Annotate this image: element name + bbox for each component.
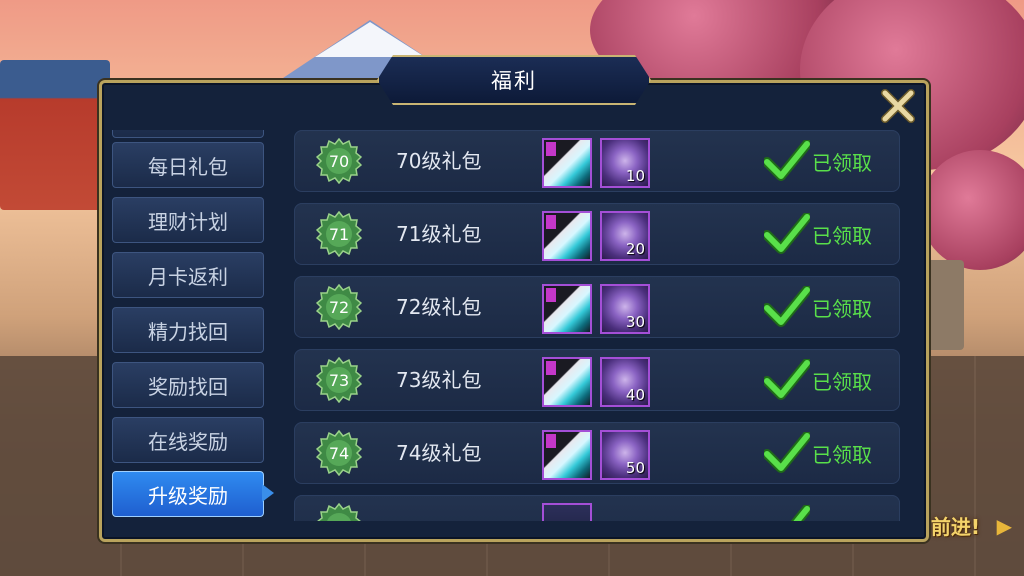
checkmark-icon [764,140,810,181]
reward-row: 72 72级礼包 30 已领取 [294,276,900,338]
sidebar-item-label: 月卡返利 [148,264,228,289]
reward-row: 73 73级礼包 40 已领取 [294,349,900,411]
close-x-icon [881,89,915,123]
claimed-status: 已领取 [764,349,872,411]
sidebar-item-energy-recovery[interactable]: 精力找回 [112,307,264,353]
sidebar-item-label: 升级奖励 [148,483,228,508]
sidebar-item-online-reward[interactable]: 在线奖励 [112,417,264,463]
stone-lantern-decor [924,260,964,350]
level-badge-number: 73 [329,371,349,390]
level-badge-number: 74 [329,444,349,463]
weapon-item-icon[interactable] [542,430,592,480]
reward-list[interactable]: 70 70级礼包 10 已领取 71 71级礼包 20 已领取 72 72级礼包… [294,130,906,521]
claimed-status: 已领取 [764,422,872,484]
item-count: 30 [625,313,645,331]
sidebar-item-daily-gift[interactable]: 每日礼包 [112,142,264,188]
sidebar[interactable]: 每日礼包 理财计划 月卡返利 精力找回 奖励找回 在线奖励 升级奖励 [112,130,272,522]
panel-title: 福利 [491,69,537,93]
pack-name: 73级礼包 [396,368,482,392]
crystal-item-icon[interactable]: 50 [600,430,650,480]
pack-name: 70级礼包 [396,149,482,173]
weapon-item-icon[interactable] [542,284,592,334]
item-count: 50 [625,459,645,477]
sidebar-item-levelup-reward[interactable]: 升级奖励 [112,471,264,517]
title-plate: 福利 [377,55,651,105]
level-badge-number: 71 [329,225,349,244]
status-label: 已领取 [812,296,872,321]
close-button[interactable] [880,88,916,124]
crystal-item-icon[interactable]: 10 [600,138,650,188]
checkmark-icon [790,505,810,521]
claimed-status: 已领取 [764,203,872,265]
weapon-item-icon[interactable] [542,357,592,407]
checkmark-icon [764,359,810,400]
reward-row: 71 71级礼包 20 已领取 [294,203,900,265]
sidebar-item-label: 奖励找回 [148,374,228,399]
item-count: 10 [625,167,645,185]
mountain-snow-decor [315,22,425,57]
level-badge-icon [316,502,362,521]
sidebar-item-label: 精力找回 [148,319,228,344]
active-pointer-icon [262,484,274,502]
pack-name: 72级礼包 [396,295,482,319]
checkmark-icon [764,432,810,473]
weapon-item-icon[interactable] [542,211,592,261]
temple-decor [0,60,110,210]
level-badge-number: 72 [329,298,349,317]
go-forward-banner[interactable]: 前进! [931,511,980,540]
level-badge-icon: 72 [315,283,363,331]
sidebar-item-label: 每日礼包 [148,154,228,179]
play-arrow-icon[interactable]: ▶ [997,514,1012,538]
crystal-item-icon[interactable]: 40 [600,357,650,407]
checkmark-icon [764,213,810,254]
weapon-item-icon[interactable] [542,138,592,188]
pack-name: 74级礼包 [396,441,482,465]
status-label: 已领取 [812,369,872,394]
claimed-status: 已领取 [764,130,872,192]
checkmark-icon [764,286,810,327]
sidebar-item-reward-recovery[interactable]: 奖励找回 [112,362,264,408]
level-badge-icon: 71 [315,210,363,258]
cherry-tree-decor [920,150,1024,270]
level-badge-number: 70 [329,152,349,171]
reward-row-partial [294,495,900,521]
status-label: 已领取 [812,150,872,175]
level-badge-icon: 73 [315,356,363,404]
sidebar-item-finance-plan[interactable]: 理财计划 [112,197,264,243]
pack-name: 71级礼包 [396,222,482,246]
sidebar-item-partial[interactable] [112,130,264,138]
crystal-item-icon[interactable]: 30 [600,284,650,334]
status-label: 已领取 [812,223,872,248]
reward-row: 70 70级礼包 10 已领取 [294,130,900,192]
reward-row: 74 74级礼包 50 已领取 [294,422,900,484]
claimed-status: 已领取 [764,276,872,338]
sidebar-item-label: 在线奖励 [148,429,228,454]
gear-item-icon[interactable] [542,503,592,521]
status-label: 已领取 [812,442,872,467]
level-badge-icon: 70 [315,137,363,185]
claimed-status [764,495,810,521]
level-badge-icon: 74 [315,429,363,477]
item-count: 20 [625,240,645,258]
sidebar-item-label: 理财计划 [148,209,228,234]
sidebar-item-monthly-card[interactable]: 月卡返利 [112,252,264,298]
crystal-item-icon[interactable]: 20 [600,211,650,261]
item-count: 40 [625,386,645,404]
